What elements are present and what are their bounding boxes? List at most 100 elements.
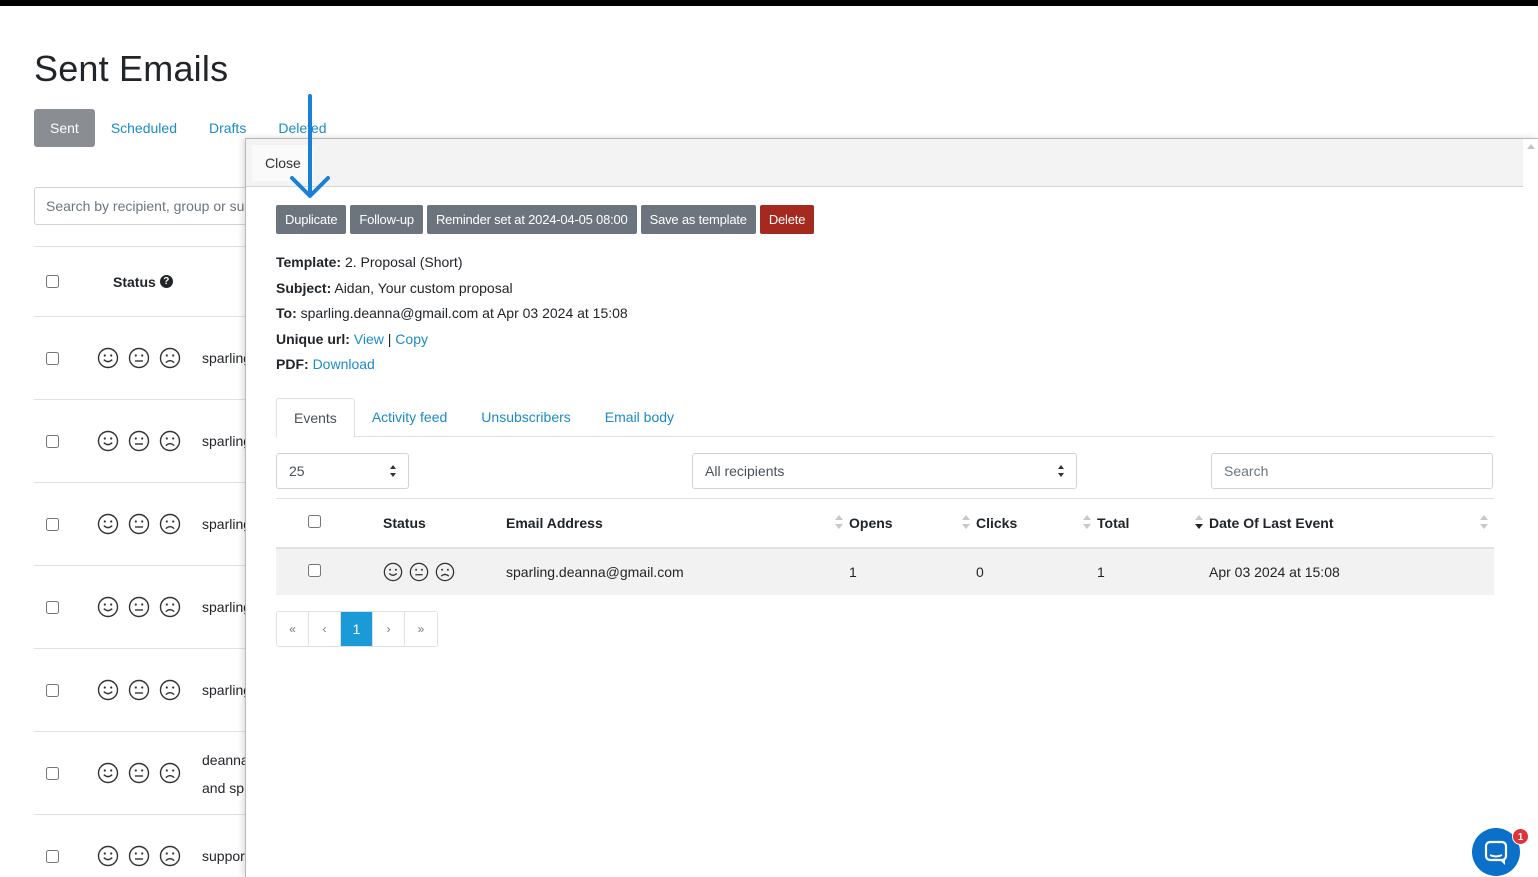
sort-desc-icon[interactable] (1195, 515, 1203, 529)
recipients-select[interactable]: All recipients (692, 453, 1077, 489)
detail-tabs: Events Activity feed Unsubscribers Email… (276, 398, 1494, 438)
recipient-text-line2: and sp (202, 780, 245, 796)
neutral-face-icon (128, 430, 150, 452)
happy-face-icon (97, 596, 119, 618)
email-cell: sparling.deanna@gmail.com (506, 547, 849, 595)
row-checkbox[interactable] (46, 434, 59, 448)
reminder-button[interactable]: Reminder set at 2024-04-05 08:00 (426, 205, 637, 234)
view-link[interactable]: View (354, 331, 384, 347)
first-page-button[interactable]: « (277, 612, 309, 646)
neutral-face-icon (128, 679, 150, 701)
table-row[interactable]: deanna and sp (34, 732, 274, 815)
sent-emails-table: Status ? sparling.deanna@gmail.com sparl… (34, 246, 380, 877)
to-line: To: sparling.deanna@gmail.com at Apr 03 … (276, 303, 628, 329)
select-all-checkbox[interactable] (46, 275, 59, 288)
events-select-all-checkbox[interactable] (308, 514, 321, 528)
total-cell: 1 (1097, 547, 1209, 595)
save-as-template-button[interactable]: Save as template (640, 205, 756, 234)
tab-events[interactable]: Events (276, 398, 355, 438)
table-row[interactable]: sparling.deanna@gmail.com (34, 483, 380, 566)
clicks-cell: 0 (976, 547, 1097, 595)
email-meta: Template: 2. Proposal (Short) Subject: A… (276, 252, 628, 380)
sort-icon[interactable] (1083, 515, 1091, 529)
download-link[interactable]: Download (313, 356, 375, 372)
row-checkbox[interactable] (46, 517, 59, 531)
clicks-header-label: Clicks (976, 514, 1018, 531)
table-row[interactable]: sparling.deanna@gmail.com (34, 400, 380, 483)
next-page-button[interactable]: › (373, 612, 405, 646)
tab-scheduled[interactable]: Scheduled (95, 109, 193, 147)
events-table: Status Email Address Opens Clicks Total … (276, 498, 1494, 595)
sort-icon[interactable] (1480, 515, 1488, 529)
sad-face-icon (159, 596, 181, 618)
happy-face-icon (97, 762, 119, 784)
table-row[interactable]: support (34, 815, 274, 877)
follow-up-button[interactable]: Follow-up (350, 205, 423, 234)
row-checkbox[interactable] (46, 766, 59, 780)
table-row[interactable]: sparling.deanna@gmail.com (34, 317, 380, 400)
status-faces (97, 596, 181, 618)
tab-unsubscribers[interactable]: Unsubscribers (464, 398, 587, 437)
last-event-cell: Apr 03 2024 at 15:08 (1209, 547, 1494, 595)
recipient-text: support (202, 848, 249, 864)
page-size-select[interactable]: 25 (276, 453, 409, 489)
scroll-up-arrow-icon[interactable] (1527, 144, 1535, 149)
neutral-face-icon (128, 596, 150, 618)
sad-face-icon (435, 562, 455, 581)
template-line: Template: 2. Proposal (Short) (276, 252, 628, 278)
status-cell (353, 547, 506, 595)
row-checkbox[interactable] (308, 563, 321, 577)
neutral-face-icon (128, 762, 150, 784)
email-header[interactable]: Email Address (506, 498, 849, 549)
sad-face-icon (159, 430, 181, 452)
last-page-button[interactable]: » (405, 612, 437, 646)
opens-cell: 1 (849, 547, 976, 595)
total-header[interactable]: Total (1097, 498, 1209, 549)
table-row[interactable]: sparling.deanna@gmail.com (34, 649, 380, 732)
select-caret-icon (390, 465, 397, 477)
duplicate-button[interactable]: Duplicate (276, 205, 347, 234)
panel-scrollbar[interactable] (1523, 139, 1538, 877)
email-header-label: Email Address (506, 514, 603, 531)
copy-link[interactable]: Copy (395, 331, 428, 347)
prev-page-button[interactable]: ‹ (309, 612, 341, 646)
happy-face-icon (383, 562, 403, 581)
row-checkbox[interactable] (46, 600, 59, 614)
table-row[interactable]: sparling.deanna@gmail.com 1 0 1 Apr 03 2… (276, 547, 1494, 595)
neutral-face-icon (409, 562, 429, 581)
delete-button[interactable]: Delete (759, 205, 815, 234)
page-title: Sent Emails (34, 48, 229, 89)
row-checkbox[interactable] (46, 351, 59, 365)
row-checkbox[interactable] (46, 849, 59, 863)
sad-face-icon (159, 762, 181, 784)
status-header-label: Status (113, 273, 156, 290)
sort-icon[interactable] (835, 515, 843, 529)
row-checkbox[interactable] (46, 683, 59, 697)
to-value: sparling.deanna@gmail.com at Apr 03 2024… (300, 305, 628, 321)
tab-activity-feed[interactable]: Activity feed (355, 398, 464, 437)
neutral-face-icon (128, 513, 150, 535)
status-faces (97, 347, 181, 369)
opens-header[interactable]: Opens (849, 498, 976, 549)
help-icon[interactable]: ? (159, 275, 173, 288)
top-black-bar (0, 0, 1538, 6)
sort-icon[interactable] (962, 515, 970, 529)
neutral-face-icon (128, 845, 150, 867)
events-filters: 25 All recipients (276, 453, 1494, 489)
unique-url-line: Unique url: View | Copy (276, 329, 628, 355)
status-faces (97, 845, 181, 867)
panel-header: Close (246, 139, 1524, 187)
recipients-value: All recipients (705, 463, 785, 479)
select-caret-icon (1058, 465, 1065, 477)
last-event-header[interactable]: Date Of Last Event (1209, 498, 1494, 549)
status-faces (97, 762, 181, 784)
sad-face-icon (159, 347, 181, 369)
table-row[interactable]: sparling.deanna@gmail.com (34, 566, 380, 649)
events-search-input[interactable] (1211, 453, 1493, 489)
current-page-button[interactable]: 1 (341, 612, 373, 646)
to-label: To: (276, 305, 297, 321)
tab-email-body[interactable]: Email body (588, 398, 691, 437)
tab-sent[interactable]: Sent (34, 109, 95, 147)
status-faces (383, 562, 506, 582)
clicks-header[interactable]: Clicks (976, 498, 1097, 549)
